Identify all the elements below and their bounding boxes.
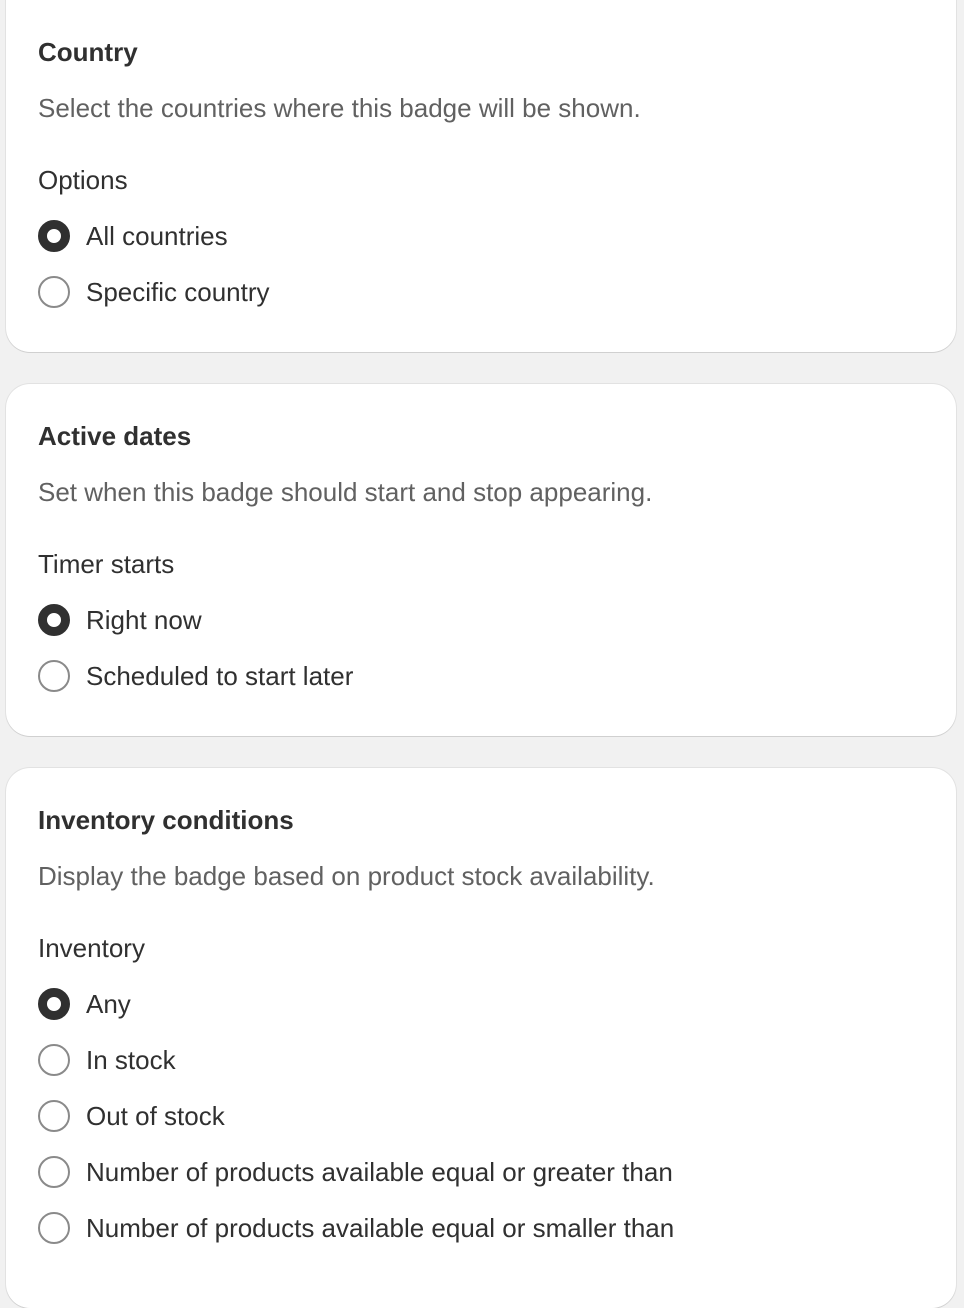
active-dates-description: Set when this badge should start and sto… bbox=[38, 477, 653, 507]
radio-button[interactable] bbox=[38, 1212, 70, 1244]
radio-all-countries[interactable]: All countries bbox=[38, 216, 228, 256]
radio-label: In stock bbox=[86, 1045, 176, 1075]
radio-in-stock[interactable]: In stock bbox=[38, 1040, 176, 1080]
radio-button[interactable] bbox=[38, 276, 70, 308]
country-description: Select the countries where this badge wi… bbox=[38, 93, 641, 123]
radio-right-now[interactable]: Right now bbox=[38, 600, 202, 640]
radio-button[interactable] bbox=[38, 660, 70, 692]
radio-button-checked[interactable] bbox=[38, 988, 70, 1020]
radio-out-of-stock[interactable]: Out of stock bbox=[38, 1096, 225, 1136]
radio-greater-than[interactable]: Number of products available equal or gr… bbox=[38, 1152, 673, 1192]
radio-any[interactable]: Any bbox=[38, 984, 131, 1024]
radio-label: Number of products available equal or sm… bbox=[86, 1213, 675, 1243]
radio-button-checked[interactable] bbox=[38, 604, 70, 636]
country-options-label: Options bbox=[38, 165, 128, 195]
radio-label: Right now bbox=[86, 605, 202, 635]
inventory-label: Inventory bbox=[38, 933, 145, 963]
active-dates-card: Active dates Set when this badge should … bbox=[6, 384, 956, 736]
radio-label: All countries bbox=[86, 221, 228, 251]
inventory-description: Display the badge based on product stock… bbox=[38, 861, 655, 891]
radio-label: Scheduled to start later bbox=[86, 661, 354, 691]
radio-label: Out of stock bbox=[86, 1101, 225, 1131]
radio-label: Any bbox=[86, 989, 131, 1019]
radio-button[interactable] bbox=[38, 1044, 70, 1076]
radio-button[interactable] bbox=[38, 1156, 70, 1188]
country-card: Country Select the countries where this … bbox=[6, 0, 956, 352]
inventory-conditions-card: Inventory conditions Display the badge b… bbox=[6, 768, 956, 1308]
radio-button[interactable] bbox=[38, 1100, 70, 1132]
country-title: Country bbox=[38, 37, 138, 67]
radio-label: Number of products available equal or gr… bbox=[86, 1157, 673, 1187]
active-dates-title: Active dates bbox=[38, 421, 192, 451]
inventory-title: Inventory conditions bbox=[38, 805, 294, 835]
radio-scheduled-later[interactable]: Scheduled to start later bbox=[38, 656, 353, 696]
radio-smaller-than[interactable]: Number of products available equal or sm… bbox=[38, 1208, 674, 1248]
radio-specific-country[interactable]: Specific country bbox=[38, 272, 270, 312]
radio-button-checked[interactable] bbox=[38, 220, 70, 252]
timer-starts-label: Timer starts bbox=[38, 549, 175, 579]
radio-label: Specific country bbox=[86, 277, 270, 307]
